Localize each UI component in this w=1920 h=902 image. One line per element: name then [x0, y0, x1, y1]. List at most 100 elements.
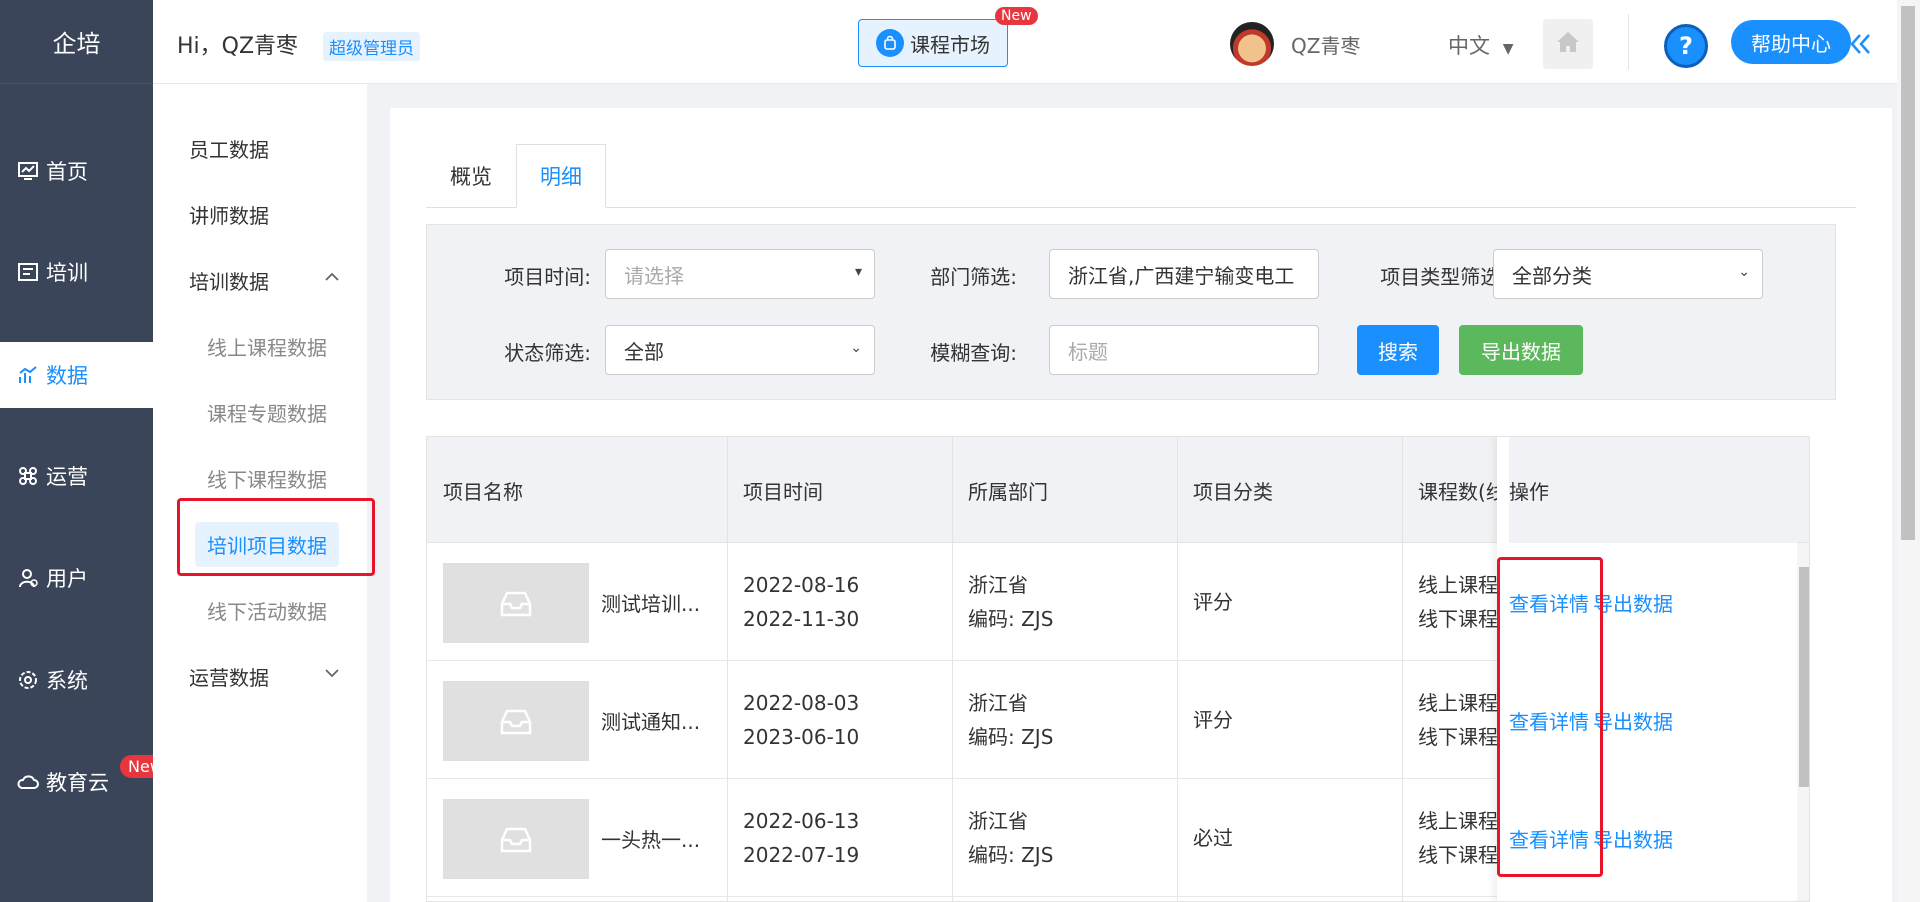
category-cell: 评分: [1177, 661, 1402, 779]
course-count-cell: 线上课程: 线下课程:: [1402, 779, 1512, 897]
submenu-item-offline-activity-data[interactable]: 线下活动数据: [207, 596, 327, 625]
col-project-name: 项目名称: [443, 479, 523, 504]
dept-filter-value: 浙江省,广西建宁输变电工: [1068, 263, 1295, 288]
course-count-cell: 线上课程: 线下课程:: [1402, 543, 1512, 661]
project-type-select[interactable]: 全部分类 ⌄: [1493, 249, 1763, 299]
end-date: 2022-11-30: [743, 607, 860, 631]
inbox-icon: [500, 827, 532, 853]
project-time-cell: 2022-08-16 2022-11-30: [727, 543, 952, 661]
project-name[interactable]: 测试通知...: [601, 661, 700, 779]
brand-logo[interactable]: 企培: [0, 0, 153, 84]
nav-item-data[interactable]: 数据: [0, 342, 153, 408]
status-filter-select[interactable]: 全部 ⌄: [605, 325, 875, 375]
submenu-item-lecturer-data[interactable]: 讲师数据: [189, 200, 269, 229]
department-code: 编码: ZJS: [968, 607, 1054, 631]
export-data-link[interactable]: 导出数据: [1593, 824, 1673, 853]
fuzzy-query-label: 模糊查询:: [930, 341, 1017, 365]
start-date: 2022-06-13: [743, 809, 860, 833]
search-button[interactable]: 搜索: [1357, 325, 1439, 375]
nav-item-training[interactable]: 培训: [0, 239, 153, 305]
chart-icon: [16, 363, 40, 387]
main-nav: 企培 首页 培训 数据 运营 用户 系统 教育云 New: [0, 0, 171, 902]
submenu-item-online-course-data[interactable]: 线上课程数据: [207, 332, 327, 361]
department-name: 浙江省: [968, 809, 1028, 833]
project-time-label: 项目时间:: [504, 265, 591, 289]
project-type-label: 项目类型筛选:: [1380, 265, 1507, 289]
shopping-bag-icon: [876, 29, 904, 57]
home-icon: [1553, 27, 1583, 61]
market-new-badge: New: [995, 7, 1038, 25]
gear-icon: [16, 668, 40, 692]
submenu-item-operations-data[interactable]: 运营数据: [189, 662, 269, 691]
nav-item-users[interactable]: 用户: [0, 545, 153, 611]
main-panel: 概览 明细 项目时间: 请选择 ▾ 部门筛选: 浙江省,广西建宁输变电工 项目类…: [390, 108, 1892, 902]
submenu-item-course-topic-data[interactable]: 课程专题数据: [207, 398, 327, 427]
nav-label: 用户: [46, 567, 88, 591]
project-name[interactable]: 测试培训...: [601, 543, 700, 661]
language-select[interactable]: 中文 ▼: [1448, 30, 1513, 60]
nav-label: 首页: [46, 160, 88, 184]
category-value: 评分: [1193, 590, 1233, 614]
training-icon: [16, 260, 40, 284]
department-cell: 浙江省 编码: ZJS: [952, 779, 1177, 897]
tab-bar: 概览 明细: [426, 144, 1856, 208]
nav-item-operations[interactable]: 运营: [0, 443, 153, 509]
role-badge: 超级管理员: [323, 32, 420, 61]
category-value: 评分: [1193, 708, 1233, 732]
user-icon: [16, 566, 40, 590]
inbox-icon: [500, 591, 532, 617]
submenu-item-employee-data[interactable]: 员工数据: [189, 134, 269, 163]
home-button[interactable]: [1543, 19, 1593, 69]
department-code: 编码: ZJS: [968, 725, 1054, 749]
course-market-button[interactable]: 课程市场: [858, 19, 1008, 67]
dept-filter-input[interactable]: 浙江省,广西建宁输变电工: [1049, 249, 1319, 299]
caret-down-icon: ▾: [854, 264, 862, 280]
avatar[interactable]: [1230, 22, 1274, 66]
nav-item-home[interactable]: 首页: [0, 138, 153, 204]
project-time-picker[interactable]: 请选择 ▾: [605, 249, 875, 299]
project-name[interactable]: 一头热一...: [601, 779, 700, 897]
category-value: 必过: [1193, 826, 1233, 850]
help-center-button[interactable]: 帮助中心: [1731, 20, 1851, 64]
nav-label: 培训: [46, 261, 88, 285]
table-scroll-thumb[interactable]: [1799, 567, 1809, 787]
submenu-item-offline-course-data[interactable]: 线下课程数据: [207, 464, 327, 493]
col-operations: 操作: [1509, 437, 1797, 543]
status-filter-label: 状态筛选:: [504, 341, 591, 365]
help-question-icon[interactable]: ?: [1664, 24, 1708, 68]
username[interactable]: QZ青枣: [1291, 30, 1360, 59]
highlight-box: [1497, 557, 1603, 877]
department-cell: 浙江省 编码: ZJS: [952, 543, 1177, 661]
chevron-down-icon: ⌄: [1738, 264, 1750, 280]
category-cell: 评分: [1177, 543, 1402, 661]
tab-overview[interactable]: 概览: [426, 144, 516, 208]
top-header: Hi，QZ青枣 超级管理员 课程市场 New QZ青枣 中文 ▼ ? 帮助中心: [153, 0, 1920, 84]
page-scrollbar[interactable]: [1897, 0, 1920, 902]
nav-item-system[interactable]: 系统: [0, 647, 153, 713]
course-market-label: 课程市场: [910, 32, 990, 57]
status-filter-value: 全部: [624, 339, 664, 364]
nav-label: 运营: [46, 465, 88, 489]
language-label: 中文: [1448, 34, 1490, 58]
course-count-cell: 线上课程: 线下课程:: [1402, 661, 1512, 779]
greeting-text: Hi，QZ青枣: [177, 34, 299, 59]
start-date: 2022-08-03: [743, 691, 860, 715]
export-data-link[interactable]: 导出数据: [1593, 706, 1673, 735]
collapse-double-chevron-icon[interactable]: [1838, 22, 1882, 66]
chevron-up-icon[interactable]: [323, 268, 341, 290]
query-placeholder: 标题: [1068, 339, 1108, 364]
col-category: 项目分类: [1193, 479, 1273, 504]
tab-detail[interactable]: 明细: [516, 144, 606, 208]
fuzzy-query-input[interactable]: 标题: [1049, 325, 1319, 375]
export-data-link[interactable]: 导出数据: [1593, 588, 1673, 617]
end-date: 2023-06-10: [743, 725, 860, 749]
submenu-item-training-data[interactable]: 培训数据: [189, 266, 269, 295]
filter-panel: 项目时间: 请选择 ▾ 部门筛选: 浙江省,广西建宁输变电工 项目类型筛选: 全…: [426, 224, 1836, 400]
caret-down-icon: ▼: [1502, 41, 1514, 57]
page-scroll-thumb[interactable]: [1901, 6, 1915, 540]
project-thumbnail: [443, 681, 589, 761]
col-department: 所属部门: [968, 479, 1048, 504]
export-data-button[interactable]: 导出数据: [1459, 325, 1583, 375]
header-divider: [1628, 14, 1629, 70]
chevron-down-icon[interactable]: [323, 664, 341, 686]
